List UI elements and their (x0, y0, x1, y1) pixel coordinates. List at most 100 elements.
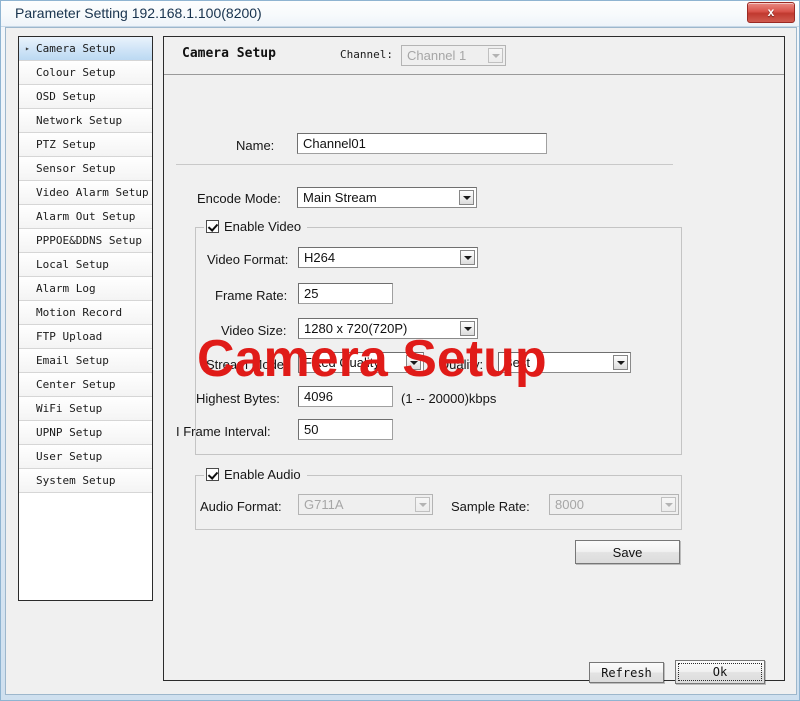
ok-button[interactable]: Ok (675, 660, 765, 684)
sidebar-item-label: OSD Setup (36, 90, 96, 103)
sidebar-item-label: Sensor Setup (36, 162, 116, 175)
sample-rate-label: Sample Rate: (451, 499, 530, 514)
chevron-right-icon: ▸ (25, 44, 30, 53)
highest-bytes-label: Highest Bytes: (196, 391, 280, 406)
title-bar: Parameter Setting 192.168.1.100(8200) x (1, 1, 799, 27)
sidebar-item-alarm-out-setup[interactable]: Alarm Out Setup (19, 205, 152, 229)
save-button-label: Save (612, 545, 643, 560)
enable-video-group: Enable Video Video Format: H264 Frame Ra… (176, 219, 682, 455)
sidebar-item-label: System Setup (36, 474, 116, 487)
channel-select-value: Channel 1 (407, 48, 467, 63)
sidebar-item-label: FTP Upload (36, 330, 103, 343)
stream-mode-label: Stream Mode: (206, 357, 288, 372)
sidebar-item-ftp-upload[interactable]: FTP Upload (19, 325, 152, 349)
sidebar-item-label: Camera Setup (36, 42, 116, 55)
focus-ring (678, 663, 762, 681)
chevron-down-icon (460, 250, 475, 265)
channel-label: Channel: (340, 48, 393, 61)
sidebar-item-label: Video Alarm Setup (36, 186, 149, 199)
highest-bytes-hint: (1 -- 20000)kbps (401, 391, 497, 406)
sidebar-item-label: Center Setup (36, 378, 116, 391)
checkbox-icon (206, 220, 219, 233)
client-area: ▸ Camera Setup Colour Setup OSD Setup Ne… (5, 27, 797, 695)
quality-label: Quality: (439, 357, 484, 372)
chevron-down-icon (459, 190, 474, 205)
chevron-down-icon (460, 321, 475, 336)
sidebar-item-network-setup[interactable]: Network Setup (19, 109, 152, 133)
video-size-select[interactable]: 1280 x 720(720P) (298, 318, 478, 339)
sidebar-item-alarm-log[interactable]: Alarm Log (19, 277, 152, 301)
sidebar-item-label: PTZ Setup (36, 138, 96, 151)
sidebar-item-user-setup[interactable]: User Setup (19, 445, 152, 469)
sidebar-item-video-alarm-setup[interactable]: Video Alarm Setup (19, 181, 152, 205)
window-title: Parameter Setting 192.168.1.100(8200) (15, 5, 262, 21)
sidebar-item-label: Motion Record (36, 306, 123, 319)
sidebar-item-colour-setup[interactable]: Colour Setup (19, 61, 152, 85)
checkbox-icon (206, 468, 219, 481)
sidebar-item-label: UPNP Setup (36, 426, 103, 439)
section-divider (176, 164, 673, 165)
name-label: Name: (236, 138, 275, 153)
chevron-down-icon (488, 48, 503, 63)
sidebar-item-label: Email Setup (36, 354, 109, 367)
sidebar-item-center-setup[interactable]: Center Setup (19, 373, 152, 397)
sidebar-item-label: WiFi Setup (36, 402, 103, 415)
sidebar-item-pppoe-ddns-setup[interactable]: PPPOE&DDNS Setup (19, 229, 152, 253)
enable-audio-group: Enable Audio Audio Format: G711A Sample … (195, 467, 682, 530)
stream-mode-value: Fixed Quality (304, 355, 380, 370)
enable-audio-label: Enable Audio (224, 467, 301, 482)
frame-rate-input[interactable]: 25 (298, 283, 393, 304)
audio-format-select[interactable]: G711A (298, 494, 433, 515)
channel-select[interactable]: Channel 1 (401, 45, 506, 66)
sidebar-item-sensor-setup[interactable]: Sensor Setup (19, 157, 152, 181)
video-format-value: H264 (304, 250, 336, 265)
audio-format-value: G711A (304, 497, 344, 512)
sidebar-item-label: PPPOE&DDNS Setup (36, 234, 142, 247)
sidebar-item-label: User Setup (36, 450, 103, 463)
sidebar-item-wifi-setup[interactable]: WiFi Setup (19, 397, 152, 421)
sample-rate-select[interactable]: 8000 (549, 494, 679, 515)
encode-mode-select[interactable]: Main Stream (297, 187, 477, 208)
stream-mode-select[interactable]: Fixed Quality (298, 352, 424, 373)
video-size-value: 1280 x 720(720P) (304, 321, 408, 336)
highest-bytes-input[interactable]: 4096 (298, 386, 393, 407)
refresh-button[interactable]: Refresh (589, 662, 664, 683)
sidebar-item-upnp-setup[interactable]: UPNP Setup (19, 421, 152, 445)
panel-header: Camera Setup Channel: Channel 1 (164, 37, 784, 75)
sidebar-item-ptz-setup[interactable]: PTZ Setup (19, 133, 152, 157)
sidebar-item-osd-setup[interactable]: OSD Setup (19, 85, 152, 109)
refresh-button-label: Refresh (601, 666, 652, 680)
sidebar-item-label: Colour Setup (36, 66, 116, 79)
sidebar-item-label: Alarm Out Setup (36, 210, 136, 223)
sidebar-item-label: Alarm Log (36, 282, 96, 295)
frame-rate-label: Frame Rate: (215, 288, 288, 303)
chevron-down-icon (415, 497, 430, 512)
sidebar-item-camera-setup[interactable]: ▸ Camera Setup (19, 37, 152, 61)
enable-video-label: Enable Video (224, 219, 302, 234)
sidebar-item-label: Local Setup (36, 258, 109, 271)
parameter-setting-window: Parameter Setting 192.168.1.100(8200) x … (0, 0, 800, 701)
iframe-interval-input[interactable]: 50 (298, 419, 393, 440)
sample-rate-value: 8000 (555, 497, 584, 512)
page-title: Camera Setup (182, 46, 276, 61)
sidebar-item-system-setup[interactable]: System Setup (19, 469, 152, 493)
video-format-label: Video Format: (207, 252, 289, 267)
enable-video-checkbox[interactable]: Enable Video (204, 219, 308, 235)
enable-audio-checkbox[interactable]: Enable Audio (204, 467, 307, 483)
name-input[interactable]: Channel01 (297, 133, 547, 154)
chevron-down-icon (613, 355, 628, 370)
video-format-select[interactable]: H264 (298, 247, 478, 268)
chevron-down-icon (661, 497, 676, 512)
encode-mode-value: Main Stream (303, 190, 377, 205)
sidebar-item-label: Network Setup (36, 114, 123, 127)
quality-select[interactable]: Best (498, 352, 631, 373)
iframe-interval-label: I Frame Interval: (176, 424, 271, 439)
sidebar-nav: ▸ Camera Setup Colour Setup OSD Setup Ne… (18, 36, 153, 601)
close-button[interactable]: x (747, 2, 795, 23)
sidebar-item-email-setup[interactable]: Email Setup (19, 349, 152, 373)
sidebar-item-motion-record[interactable]: Motion Record (19, 301, 152, 325)
sidebar-item-local-setup[interactable]: Local Setup (19, 253, 152, 277)
camera-setup-panel: Camera Setup Channel: Channel 1 Name: Ch… (163, 36, 785, 681)
save-button[interactable]: Save (575, 540, 680, 564)
close-icon: x (767, 5, 775, 19)
